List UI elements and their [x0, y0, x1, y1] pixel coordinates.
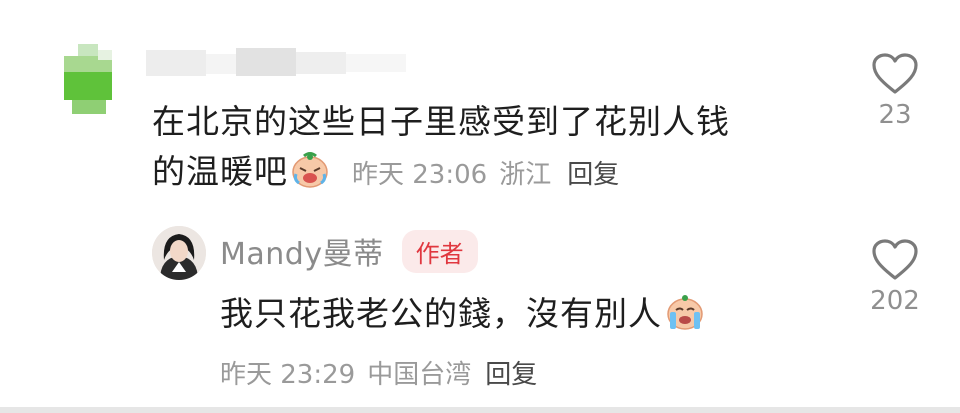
comment-location: 浙江	[499, 159, 552, 190]
reply-like-button[interactable]: 202	[850, 238, 940, 316]
comment-like-button[interactable]: 23	[850, 52, 940, 130]
avatar[interactable]	[64, 44, 112, 116]
divider	[0, 407, 960, 413]
sobbing-emoji-icon	[664, 292, 706, 336]
comment-text-line2: 的温暖吧	[152, 152, 288, 191]
comment-reply-button[interactable]: 回复	[567, 154, 619, 191]
reply-header: Mandy曼蒂 作者	[220, 228, 478, 274]
reply-text: 我只花我老公的錢，沒有別人	[220, 294, 662, 333]
reply-time: 昨天 23:29	[220, 359, 356, 390]
username[interactable]	[146, 44, 406, 80]
heart-icon[interactable]	[871, 52, 919, 96]
comment-line2: 的温暖吧 昨天 23:06 浙江 回复	[152, 146, 619, 198]
comment-time: 昨天 23:06	[352, 159, 488, 190]
like-count: 23	[878, 100, 912, 130]
reply-location: 中国台湾	[367, 359, 472, 390]
comment-text-line1: 在北京的这些日子里感受到了花别人钱	[152, 102, 730, 141]
like-count: 202	[870, 286, 920, 316]
heart-icon[interactable]	[871, 238, 919, 282]
author-name[interactable]: Mandy曼蒂	[220, 229, 384, 273]
reply-meta: 昨天 23:29 中国台湾 回复	[220, 352, 537, 392]
author-avatar[interactable]	[152, 226, 206, 280]
reply-reply-button[interactable]: 回复	[485, 354, 537, 391]
author-badge: 作者	[401, 229, 478, 273]
laughing-crying-emoji-icon	[290, 150, 330, 194]
reply-body: 我只花我老公的錢，沒有別人	[220, 288, 706, 340]
